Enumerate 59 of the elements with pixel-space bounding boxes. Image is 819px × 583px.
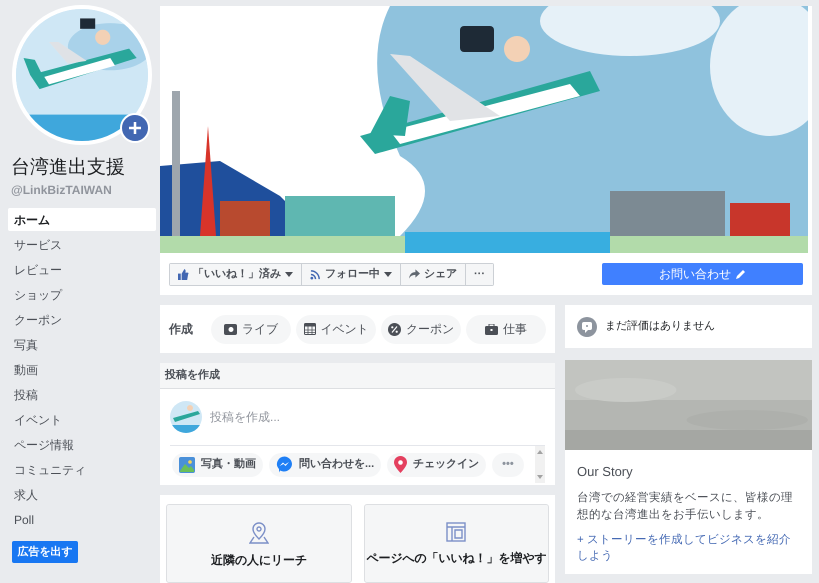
contact-button[interactable]: お問い合わせ <box>602 263 803 285</box>
create-ad-button[interactable]: 広告を出す <box>12 541 78 563</box>
video-camera-icon <box>224 324 237 334</box>
promo-title: ページへの「いいね！」を増やす <box>366 550 546 567</box>
promo-title: 近隣の人にリーチ <box>210 552 307 569</box>
like-button[interactable]: 「いいね！」済み <box>170 264 301 284</box>
messenger-button[interactable]: 問い合わせを... <box>269 452 382 476</box>
post-input-field[interactable]: 投稿を作成... <box>210 408 545 426</box>
nav-item[interactable]: レビュー <box>8 258 156 281</box>
nav-item[interactable]: サービス <box>8 233 156 256</box>
percent-badge-icon <box>388 322 401 336</box>
thumbs-up-icon <box>178 268 189 280</box>
job-button[interactable]: 仕事 <box>466 314 546 344</box>
briefcase-icon <box>485 324 498 334</box>
checkin-button[interactable]: チェックイン <box>387 452 486 476</box>
location-pin-icon <box>394 456 408 473</box>
composer-title: 投稿を作成 <box>160 363 555 389</box>
page-name: 台湾進出支援 <box>11 156 126 180</box>
photo-button[interactable]: 写真・動画 <box>172 452 263 476</box>
add-photo-icon[interactable] <box>120 113 150 143</box>
more-button[interactable]: ··· <box>465 264 493 284</box>
review-icon <box>577 316 597 336</box>
create-label: 作成 <box>169 321 194 338</box>
nav-item[interactable]: 写真 <box>8 333 156 356</box>
nav-item[interactable]: コミュニティ <box>8 458 156 481</box>
create-story-link[interactable]: + ストーリーを作成してビジネスを紹介しよう <box>577 532 800 564</box>
scroll-up-icon[interactable] <box>537 450 543 454</box>
scrollbar[interactable] <box>535 446 545 483</box>
nav-item[interactable]: 投稿 <box>8 383 156 406</box>
story-title: Our Story <box>577 463 634 481</box>
live-button[interactable]: ライブ <box>211 314 291 344</box>
story-text: 台湾での経営実績をベースに、皆様の理想的な台湾進出をお手伝いします。 <box>577 490 794 522</box>
image-icon <box>179 456 195 472</box>
page-layout-icon <box>446 522 466 542</box>
messenger-icon <box>276 456 293 473</box>
nav-item[interactable]: ショップ <box>8 283 156 306</box>
rss-icon <box>310 268 321 280</box>
calendar-icon <box>304 323 316 335</box>
share-arrow-icon <box>409 269 420 279</box>
nav-item[interactable]: Poll <box>8 508 156 531</box>
nav-item[interactable]: 動画 <box>8 358 156 381</box>
follow-button[interactable]: フォロー中 <box>301 264 400 284</box>
caret-icon <box>285 272 293 276</box>
page-handle: @LinkBizTAIWAN <box>11 182 113 199</box>
location-pin-icon <box>248 522 269 544</box>
nav-item[interactable]: イベント <box>8 408 156 431</box>
coupon-button[interactable]: クーポン <box>381 314 461 344</box>
pencil-icon <box>736 269 746 279</box>
rating-text: まだ評価はありません <box>605 319 715 334</box>
promo-card[interactable]: 近隣の人にリーチ <box>166 504 352 583</box>
nav-item[interactable]: 求人 <box>8 483 156 506</box>
scroll-down-icon[interactable] <box>537 475 543 479</box>
nav-item[interactable]: ホーム <box>8 208 156 231</box>
share-button[interactable]: シェア <box>400 264 465 284</box>
event-button[interactable]: イベント <box>296 314 376 344</box>
nav-item[interactable]: クーポン <box>8 308 156 331</box>
promo-card[interactable]: ページへの「いいね！」を増やす <box>364 504 549 583</box>
caret-icon <box>384 272 392 276</box>
nav-item[interactable]: ページ情報 <box>8 433 156 456</box>
